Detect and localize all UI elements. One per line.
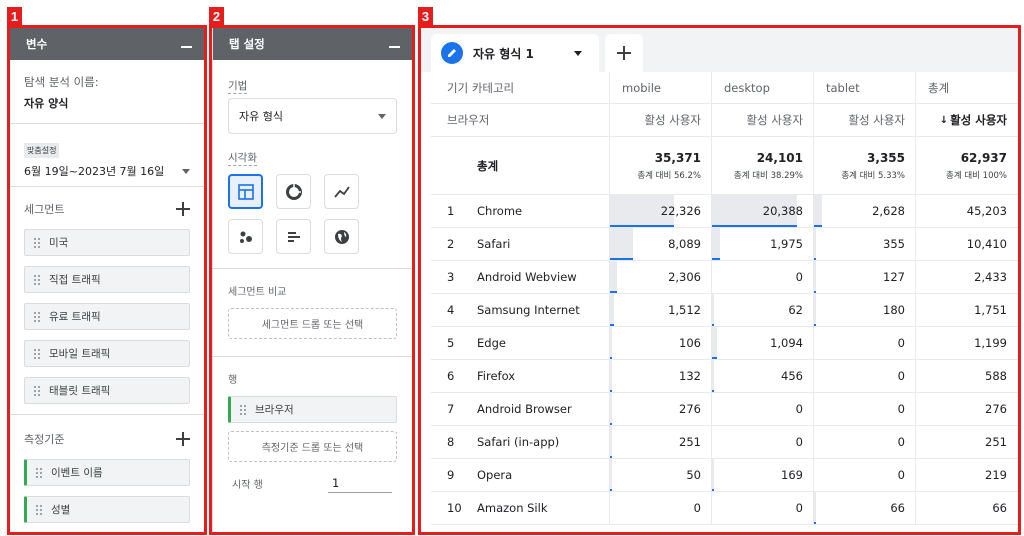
metric-value: 0 <box>897 402 905 416</box>
highlight-frame-1 <box>7 25 207 535</box>
metric-value: 66 <box>992 501 1007 515</box>
metric-value: 127 <box>883 270 905 284</box>
metric-value: 132 <box>679 369 701 383</box>
metric-value: 1,094 <box>770 336 803 350</box>
metric-value: 588 <box>985 369 1007 383</box>
metric-value: 1,199 <box>974 336 1007 350</box>
metric-value: 22,326 <box>660 204 701 218</box>
metric-value: 169 <box>781 468 803 482</box>
section-badge-1: 1 <box>7 7 22 26</box>
metric-value: 8,089 <box>668 237 701 251</box>
metric-value: 2,433 <box>974 270 1007 284</box>
metric-value: 10,410 <box>966 237 1007 251</box>
section-badge-2: 2 <box>209 7 224 26</box>
metric-value: 1,751 <box>974 303 1007 317</box>
metric-value: 66 <box>890 501 905 515</box>
metric-value: 106 <box>679 336 701 350</box>
metric-value: 0 <box>795 270 803 284</box>
metric-value: 20,388 <box>762 204 803 218</box>
highlight-frame-3 <box>418 25 1021 535</box>
metric-value: 251 <box>679 435 701 449</box>
metric-value: 456 <box>781 369 803 383</box>
metric-value: 45,203 <box>966 204 1007 218</box>
metric-value: 1,512 <box>668 303 701 317</box>
metric-value: 276 <box>679 402 701 416</box>
metric-value: 0 <box>795 435 803 449</box>
metric-value: 0 <box>897 336 905 350</box>
metric-value: 0 <box>693 501 701 515</box>
metric-value: 0 <box>897 468 905 482</box>
metric-value: 251 <box>985 435 1007 449</box>
metric-value: 62 <box>788 303 803 317</box>
metric-value: 1,975 <box>770 237 803 251</box>
metric-value: 276 <box>985 402 1007 416</box>
metric-value: 2,306 <box>668 270 701 284</box>
metric-value: 0 <box>795 402 803 416</box>
metric-value: 180 <box>883 303 905 317</box>
highlight-frame-2 <box>209 25 415 535</box>
metric-value: 0 <box>897 435 905 449</box>
metric-value: 0 <box>795 501 803 515</box>
metric-value: 2,628 <box>872 204 905 218</box>
metric-value: 0 <box>897 369 905 383</box>
metric-value: 219 <box>985 468 1007 482</box>
section-badge-3: 3 <box>418 7 433 26</box>
metric-value: 355 <box>883 237 905 251</box>
metric-value: 50 <box>686 468 701 482</box>
